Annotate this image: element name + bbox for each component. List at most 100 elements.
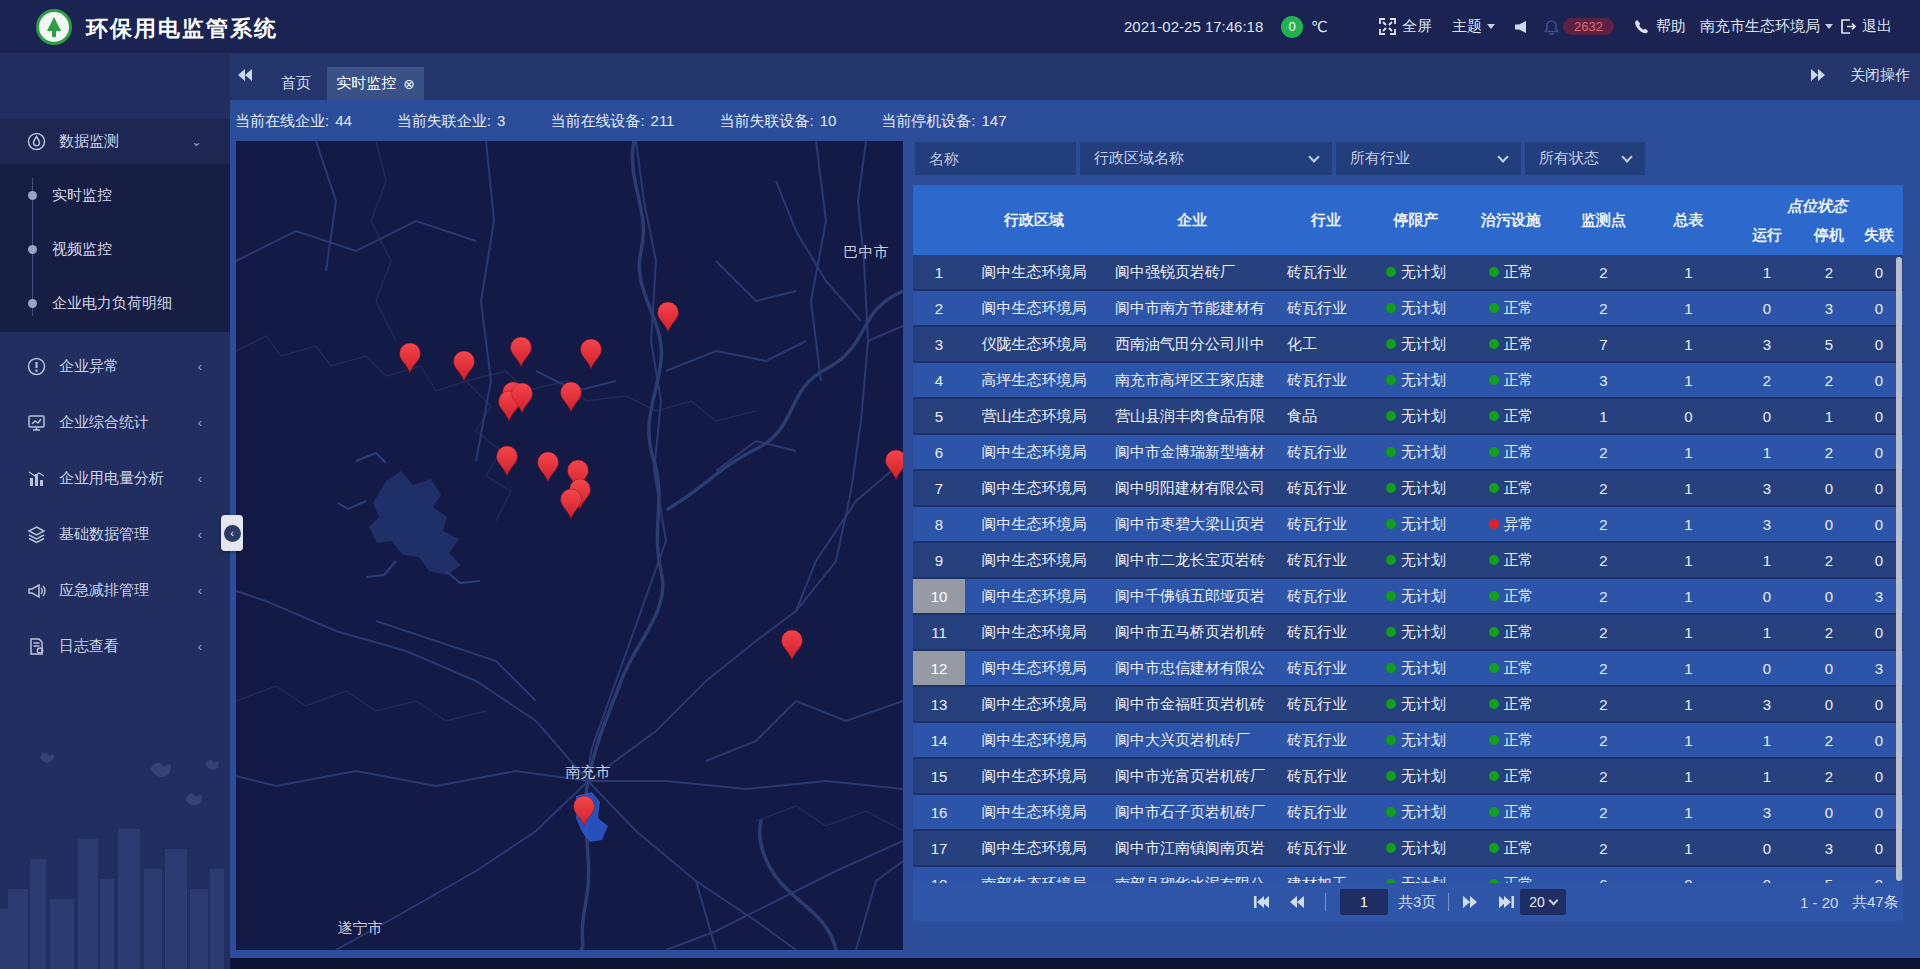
map-pin[interactable] — [511, 337, 532, 367]
column-header: 行业 — [1281, 185, 1371, 255]
sidebar-subitem-实时监控[interactable]: 实时监控 — [0, 168, 230, 222]
industry-filter-select[interactable]: 所有行业 — [1336, 142, 1521, 175]
tab-home[interactable]: 首页 — [270, 67, 322, 100]
page-size-select[interactable]: 20 — [1520, 889, 1566, 915]
help-button[interactable]: 帮助 — [1634, 0, 1686, 53]
app-logo-icon — [36, 9, 72, 45]
tab-close-icon[interactable]: ⊗ — [403, 76, 415, 92]
app-title: 环保用电监管系统 — [86, 14, 278, 44]
chevron-icon: ‹ — [198, 415, 202, 430]
name-input[interactable] — [915, 150, 1076, 167]
table-row[interactable]: 14阆中生态环境局阆中大兴页岩机砖厂砖瓦行业无计划正常21120 — [913, 723, 1903, 759]
map-pin[interactable] — [886, 450, 904, 480]
tab-realtime-monitor[interactable]: 实时监控⊗ — [327, 67, 424, 100]
megaphone-icon — [27, 581, 46, 600]
map-city-label: 巴中市 — [844, 243, 889, 260]
sidebar-item-3[interactable]: 企业用电量分析‹ — [0, 456, 230, 501]
map-pin[interactable] — [538, 452, 559, 482]
table-row[interactable]: 13阆中生态环境局阆中市金福旺页岩机砖砖瓦行业无计划正常21300 — [913, 687, 1903, 723]
map-collapse-handle[interactable]: ‹ — [221, 515, 243, 551]
table-row[interactable]: 17阆中生态环境局阆中市江南镇阆南页岩砖瓦行业无计划正常21030 — [913, 831, 1903, 867]
chevron-icon: ‹ — [198, 359, 202, 374]
map-pin[interactable] — [782, 630, 803, 660]
sidebar-item-1[interactable]: 企业异常‹ — [0, 344, 230, 389]
sidebar-item-0[interactable]: 数据监测⌄ — [0, 119, 230, 164]
app-header: 环保用电监管系统 2021-02-25 17:46:18 0 ℃ 全屏 主题 2… — [0, 0, 1920, 53]
chevron-down-icon — [1487, 24, 1495, 29]
tab-bar: 首页 实时监控⊗ 关闭操作 — [230, 53, 1920, 100]
status-filter-select[interactable]: 所有状态 — [1525, 142, 1645, 175]
sidebar-item-4[interactable]: 基础数据管理‹ — [0, 512, 230, 557]
sidebar-item-5[interactable]: 应急减排管理‹ — [0, 568, 230, 613]
table-row[interactable]: 11阆中生态环境局阆中市五马桥页岩机砖砖瓦行业无计划正常21120 — [913, 615, 1903, 651]
table-row[interactable]: 4高坪生态环境局南充市高坪区王家店建砖瓦行业无计划正常31220 — [913, 363, 1903, 399]
sidebar-item-2[interactable]: 企业综合统计‹ — [0, 400, 230, 445]
phone-icon — [1634, 19, 1649, 34]
column-header: 治污设施 — [1461, 185, 1561, 255]
table-row[interactable]: 9阆中生态环境局阆中市二龙长宝页岩砖砖瓦行业无计划正常21120 — [913, 543, 1903, 579]
table-row[interactable]: 10阆中生态环境局阆中千佛镇五郎垭页岩砖瓦行业无计划正常21003 — [913, 579, 1903, 615]
map-city-label: 南充市 — [566, 763, 611, 780]
map-pin[interactable] — [497, 446, 518, 476]
theme-menu[interactable]: 主题 — [1452, 0, 1495, 53]
table-row[interactable]: 1阆中生态环境局阆中强锐页岩砖厂砖瓦行业无计划正常21120 — [913, 255, 1903, 291]
column-header: 总表 — [1646, 185, 1731, 255]
table-row[interactable]: 8阆中生态环境局阆中市枣碧大梁山页岩砖瓦行业无计划异常21300 — [913, 507, 1903, 543]
log-icon — [27, 637, 46, 656]
table-row[interactable]: 15阆中生态环境局阆中市光富页岩机砖厂砖瓦行业无计划正常21120 — [913, 759, 1903, 795]
sound-toggle[interactable] — [1514, 0, 1527, 53]
org-menu[interactable]: 南充市生态环境局 — [1700, 0, 1833, 53]
tabs-scroll-right-icon[interactable] — [1810, 68, 1826, 86]
temperature-badge: 0 ℃ — [1281, 0, 1328, 53]
total-pages-label: 共3页 — [1398, 883, 1436, 921]
table-row[interactable]: 16阆中生态环境局阆中市石子页岩机砖厂砖瓦行业无计划正常21300 — [913, 795, 1903, 831]
map-pin[interactable] — [561, 382, 582, 412]
stat-item: 当前在线企业:44 — [235, 112, 352, 131]
first-page-button[interactable] — [1253, 883, 1270, 921]
column-header: 监测点 — [1561, 185, 1646, 255]
stat-item: 当前失联企业:3 — [397, 112, 506, 131]
tabs-scroll-left-icon[interactable] — [237, 68, 253, 86]
page-number-input[interactable]: 1 — [1340, 889, 1388, 915]
map-pin[interactable] — [658, 302, 679, 332]
map-panel[interactable]: 巴中市南充市遂宁市 — [236, 141, 903, 950]
sidebar-subitem-视频监控[interactable]: 视频监控 — [0, 222, 230, 276]
map-pin[interactable] — [561, 489, 582, 519]
table-row[interactable]: 2阆中生态环境局阆中市南方节能建材有砖瓦行业无计划正常21030 — [913, 291, 1903, 327]
stats-icon — [27, 413, 46, 432]
sidebar-subitem-企业电力负荷明细[interactable]: 企业电力负荷明细 — [0, 276, 230, 330]
table-scrollbar[interactable] — [1896, 257, 1902, 881]
column-header: 企业 — [1103, 185, 1281, 255]
map-pin[interactable] — [454, 351, 475, 381]
layers-icon — [27, 525, 46, 544]
close-actions-button[interactable]: 关闭操作 — [1850, 66, 1910, 85]
speaker-icon — [1514, 20, 1527, 34]
last-page-button[interactable] — [1498, 883, 1515, 921]
table-row[interactable]: 5营山生态环境局营山县润丰肉食品有限食品无计划正常10010 — [913, 399, 1903, 435]
region-filter-select[interactable]: 行政区域名称 — [1080, 142, 1332, 175]
table-row[interactable]: 7阆中生态环境局阆中明阳建材有限公司砖瓦行业无计划正常21300 — [913, 471, 1903, 507]
table-row[interactable]: 6阆中生态环境局阆中市金博瑞新型墙材砖瓦行业无计划正常21120 — [913, 435, 1903, 471]
datetime: 2021-02-25 17:46:18 — [1124, 0, 1263, 53]
next-page-button[interactable] — [1462, 883, 1478, 921]
sidebar-item-6[interactable]: 日志查看‹ — [0, 624, 230, 669]
table-body: 1阆中生态环境局阆中强锐页岩砖厂砖瓦行业无计划正常211202阆中生态环境局阆中… — [913, 255, 1903, 883]
chevron-icon: ⌄ — [191, 134, 202, 149]
map-pin[interactable] — [581, 339, 602, 369]
map-pin[interactable] — [400, 343, 421, 373]
table-row[interactable]: 3仪陇生态环境局西南油气田分公司川中化工无计划正常71350 — [913, 327, 1903, 363]
name-filter-input[interactable] — [915, 142, 1076, 175]
stat-item: 当前失联设备:10 — [719, 112, 836, 131]
total-count-label: 共47条 — [1852, 883, 1899, 921]
chevron-icon: ‹ — [198, 639, 202, 654]
sidebar-skyline-decoration — [0, 739, 230, 969]
table-row[interactable]: 12阆中生态环境局阆中市忠信建材有限公砖瓦行业无计划正常21003 — [913, 651, 1903, 687]
logout-button[interactable]: 退出 — [1840, 0, 1892, 53]
logout-icon — [1840, 19, 1856, 34]
notifications-button[interactable]: 2632 — [1544, 0, 1614, 53]
fullscreen-button[interactable]: 全屏 — [1379, 0, 1432, 53]
table-row[interactable]: 18南部生态环境局南部县砌华水泥有限公建材加工无计划正常60050 — [913, 867, 1903, 883]
chart-icon — [27, 469, 46, 488]
prev-page-button[interactable] — [1289, 883, 1305, 921]
gauge-icon — [27, 132, 46, 151]
